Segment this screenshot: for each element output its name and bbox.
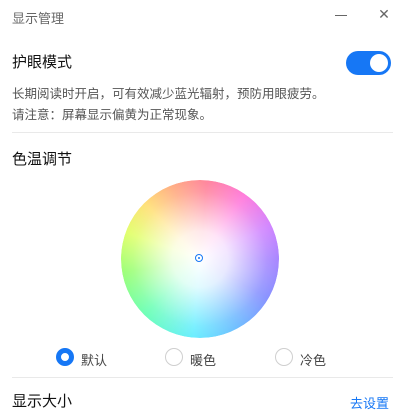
radio-label: 冷色 bbox=[300, 354, 327, 369]
radio-label: 暖色 bbox=[190, 354, 217, 369]
radio-circle bbox=[165, 348, 183, 366]
display-size-title: 显示大小 bbox=[12, 392, 73, 410]
close-button[interactable]: ✕ bbox=[373, 4, 395, 26]
radio-circle bbox=[56, 348, 74, 366]
minimize-button[interactable] bbox=[330, 4, 352, 26]
radio-circle bbox=[275, 348, 293, 366]
title-bar: 显示管理 ✕ bbox=[0, 0, 401, 34]
color-wheel-picker-handle[interactable] bbox=[195, 254, 203, 262]
eye-protection-note: 请注意：屏幕显示偏黄为正常现象。 bbox=[12, 107, 213, 122]
divider bbox=[12, 377, 393, 378]
eye-protection-toggle[interactable] bbox=[346, 51, 391, 75]
divider bbox=[12, 132, 393, 133]
toggle-knob bbox=[370, 54, 388, 72]
window-title: 显示管理 bbox=[12, 12, 65, 27]
eye-protection-description: 长期阅读时开启，可有效减少蓝光辐射，预防用眼疲劳。 bbox=[12, 86, 325, 101]
close-icon: ✕ bbox=[378, 7, 390, 23]
display-size-settings-link[interactable]: 去设置 bbox=[350, 393, 389, 412]
minimize-icon bbox=[335, 15, 347, 16]
color-temperature-title: 色温调节 bbox=[12, 150, 73, 168]
picker-dot bbox=[197, 256, 200, 259]
color-temp-options: 默认 暖色 冷色 bbox=[0, 348, 401, 370]
eye-protection-title: 护眼模式 bbox=[12, 53, 73, 71]
radio-label: 默认 bbox=[81, 354, 108, 369]
